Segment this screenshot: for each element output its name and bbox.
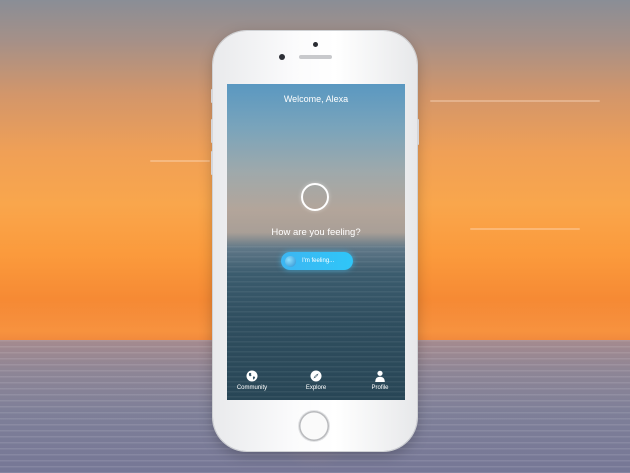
mood-question: How are you feeling? — [271, 227, 361, 238]
cloud-streak — [150, 160, 210, 162]
home-button[interactable] — [299, 411, 329, 441]
tab-bar: Community Explore Profile — [227, 370, 405, 400]
volume-down-button — [211, 151, 213, 175]
feeling-button-label: I'm feeling... — [302, 258, 335, 264]
proximity-sensor — [313, 42, 318, 47]
tab-explore[interactable]: Explore — [291, 370, 341, 391]
globe-icon — [246, 370, 258, 382]
front-camera — [279, 54, 285, 60]
phone-device: Welcome, Alexa How are you feeling? I'm … — [211, 31, 419, 451]
mood-ring-icon[interactable] — [301, 183, 329, 211]
cloud-streak — [470, 228, 580, 230]
tab-profile[interactable]: Profile — [355, 370, 405, 391]
person-icon — [375, 370, 385, 382]
tab-profile-label: Profile — [371, 385, 389, 391]
cloud-streak — [430, 100, 600, 102]
welcome-text: Welcome, Alexa — [283, 94, 349, 104]
power-button — [417, 119, 419, 145]
volume-up-button — [211, 119, 213, 143]
tab-community-label: Community — [236, 385, 268, 391]
app-screen: Welcome, Alexa How are you feeling? I'm … — [227, 84, 405, 400]
mute-switch — [211, 89, 213, 103]
earpiece-speaker — [299, 55, 332, 59]
compass-icon — [310, 370, 322, 382]
feeling-button[interactable]: I'm feeling... — [281, 252, 353, 270]
tab-explore-label: Explore — [305, 385, 327, 391]
feeling-dot-icon — [285, 255, 296, 267]
tab-community[interactable]: Community — [227, 370, 277, 391]
